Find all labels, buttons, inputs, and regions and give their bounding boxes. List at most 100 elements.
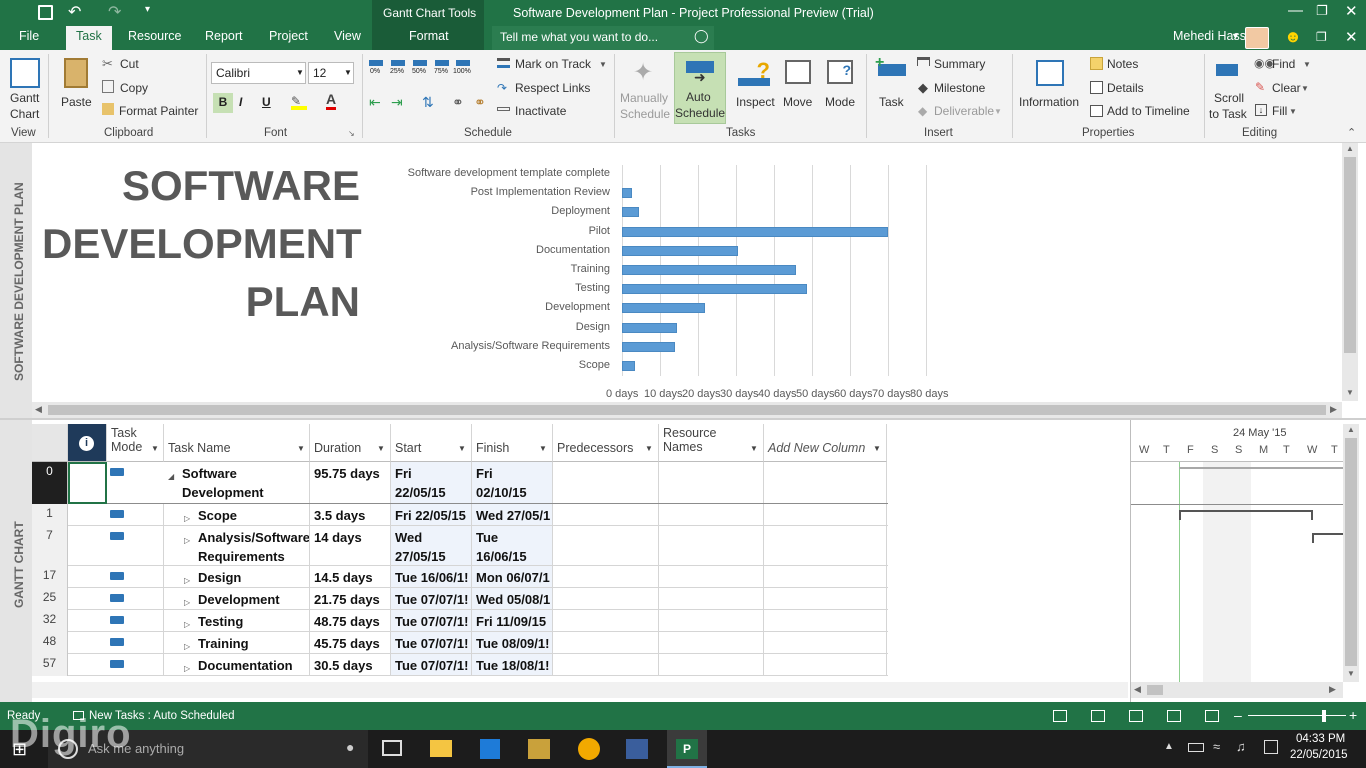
- table-row[interactable]: 32 ▷ Testing 48.75 days Tue 07/07/1! Fri 11/0…: [32, 610, 888, 632]
- cell-finish[interactable]: Mon 06/07/1: [472, 566, 553, 587]
- notes-button[interactable]: Notes: [1107, 57, 1138, 71]
- scroll-thumb[interactable]: [1345, 438, 1357, 666]
- cell-finish[interactable]: Wed 27/05/1: [472, 504, 553, 525]
- clock-time[interactable]: 04:33 PM: [1296, 733, 1345, 745]
- column-header-predecessors[interactable]: Predecessors ▼: [553, 424, 659, 462]
- deliverable-button[interactable]: Deliverable: [934, 104, 994, 118]
- cell-name[interactable]: ◢ Software Development: [164, 462, 310, 503]
- cell-finish[interactable]: Wed 05/08/1: [472, 588, 553, 609]
- cell-duration[interactable]: 48.75 days: [310, 610, 391, 631]
- cell-name[interactable]: ▷ Training: [164, 632, 310, 653]
- undo-icon[interactable]: ↶: [68, 2, 81, 22]
- collapse-icon[interactable]: ◢: [168, 467, 174, 486]
- cell-finish[interactable]: Fri 02/10/15: [472, 462, 553, 503]
- cell-mode[interactable]: [107, 504, 164, 525]
- cell-mode[interactable]: [107, 654, 164, 675]
- cell-pred[interactable]: [553, 588, 659, 609]
- milestone-button[interactable]: Milestone: [934, 81, 985, 95]
- inactivate-button[interactable]: Inactivate: [515, 104, 566, 118]
- table-row[interactable]: 1 ▷ Scope 3.5 days Fri 22/05/15 Wed 27/05/1: [32, 504, 888, 526]
- show-hidden-icons[interactable]: ▲: [1164, 741, 1174, 752]
- column-header-task-name[interactable]: Task Name ▼: [164, 424, 310, 462]
- chevron-down-icon[interactable]: ▼: [1303, 60, 1311, 69]
- row-id[interactable]: 0: [32, 462, 68, 504]
- gantt-view-shortcut-icon[interactable]: [1053, 710, 1067, 722]
- percent-25-button[interactable]: [391, 60, 405, 66]
- cell-mode[interactable]: [107, 462, 164, 503]
- cell-finish[interactable]: Tue 18/08/1!: [472, 654, 553, 675]
- chevron-down-icon[interactable]: ▼: [151, 444, 159, 453]
- cell-add[interactable]: [764, 588, 887, 609]
- cell-pred[interactable]: [553, 610, 659, 631]
- column-header-task-mode[interactable]: Task Mode ▼: [107, 424, 164, 462]
- expand-icon[interactable]: ▷: [184, 593, 190, 609]
- scroll-to-task-button[interactable]: Scroll to Task: [1206, 54, 1252, 124]
- chevron-down-icon[interactable]: ▼: [1289, 107, 1297, 116]
- scroll-up-icon[interactable]: ▲: [1346, 144, 1354, 153]
- cell-add[interactable]: [764, 566, 887, 587]
- chevron-down-icon[interactable]: ▼: [297, 444, 305, 453]
- cell-duration[interactable]: 30.5 days: [310, 654, 391, 675]
- cell-finish[interactable]: Tue 08/09/1!: [472, 632, 553, 653]
- scroll-thumb[interactable]: [1147, 685, 1163, 695]
- insert-task-button[interactable]: + Task: [872, 54, 912, 124]
- avatar[interactable]: [1245, 27, 1269, 49]
- tab-project[interactable]: Project: [269, 29, 308, 43]
- save-icon[interactable]: [38, 5, 53, 20]
- cell-duration[interactable]: 95.75 days: [310, 462, 391, 503]
- cell-pred[interactable]: [553, 504, 659, 525]
- cell-res[interactable]: [659, 610, 764, 631]
- fill-button[interactable]: Fill: [1272, 104, 1287, 118]
- underline-button[interactable]: U: [262, 95, 271, 109]
- scroll-down-icon[interactable]: ▼: [1347, 669, 1355, 678]
- cell-add[interactable]: [764, 462, 887, 503]
- clear-button[interactable]: Clear: [1272, 81, 1301, 95]
- column-header-add-new[interactable]: Add New Column ▼: [764, 424, 887, 462]
- chevron-down-icon[interactable]: ▼: [458, 444, 466, 453]
- cell-duration[interactable]: 21.75 days: [310, 588, 391, 609]
- cell-pred[interactable]: [553, 632, 659, 653]
- cell-mode[interactable]: [107, 566, 164, 587]
- summary-button[interactable]: Summary: [934, 57, 985, 71]
- cell-res[interactable]: [659, 588, 764, 609]
- cell-mode[interactable]: [107, 610, 164, 631]
- cell-res[interactable]: [659, 462, 764, 503]
- cell-duration[interactable]: 45.75 days: [310, 632, 391, 653]
- percent-0-button[interactable]: [369, 60, 383, 66]
- inspect-button[interactable]: ? Inspect: [734, 54, 776, 124]
- team-planner-shortcut-icon[interactable]: [1129, 710, 1143, 722]
- scroll-right-icon[interactable]: ▶: [1329, 684, 1336, 695]
- app-icon[interactable]: [626, 739, 648, 759]
- project-taskbar-item[interactable]: P: [667, 730, 707, 768]
- information-button[interactable]: Information: [1016, 54, 1084, 124]
- expand-icon[interactable]: ▷: [184, 659, 190, 675]
- cell-name[interactable]: ▷ Analysis/Software Requirements: [164, 526, 310, 565]
- scroll-down-icon[interactable]: ▼: [1346, 388, 1354, 397]
- cell-add[interactable]: [764, 654, 887, 675]
- sheet-horizontal-scrollbar[interactable]: [32, 682, 1128, 698]
- column-indicators[interactable]: i: [68, 424, 107, 462]
- cell-mode[interactable]: [107, 526, 164, 565]
- table-row[interactable]: 0 ◢ Software Development 95.75 days Fri 22/05/…: [32, 462, 888, 504]
- tab-resource[interactable]: Resource: [128, 29, 182, 43]
- expand-icon[interactable]: ▷: [184, 509, 190, 525]
- chevron-down-icon[interactable]: ▼: [873, 444, 881, 453]
- expand-icon[interactable]: ▷: [184, 615, 190, 631]
- cell-start[interactable]: Tue 07/07/1!: [391, 588, 472, 609]
- cell-add[interactable]: [764, 632, 887, 653]
- table-row[interactable]: 48 ▷ Training 45.75 days Tue 07/07/1! Tue 08/…: [32, 632, 888, 654]
- highlight-color-icon[interactable]: ✎: [291, 94, 307, 110]
- auto-schedule-button[interactable]: ➜ Auto Schedule: [674, 52, 726, 124]
- clock-date[interactable]: 22/05/2015: [1290, 749, 1348, 761]
- format-painter-button[interactable]: Format Painter: [119, 104, 198, 118]
- outdent-icon[interactable]: ⇤: [369, 94, 381, 111]
- scroll-thumb[interactable]: [48, 405, 1326, 415]
- table-row[interactable]: 17 ▷ Design 14.5 days Tue 16/06/1! Mon 06/07/…: [32, 566, 888, 588]
- row-id[interactable]: 25: [32, 588, 68, 610]
- bold-button[interactable]: B: [213, 93, 233, 113]
- cell-add[interactable]: [764, 526, 887, 565]
- smiley-icon[interactable]: ☻: [1284, 27, 1302, 47]
- indent-icon[interactable]: ⇥: [391, 94, 403, 111]
- chevron-down-icon[interactable]: ▼: [750, 444, 758, 453]
- row-id[interactable]: 32: [32, 610, 68, 632]
